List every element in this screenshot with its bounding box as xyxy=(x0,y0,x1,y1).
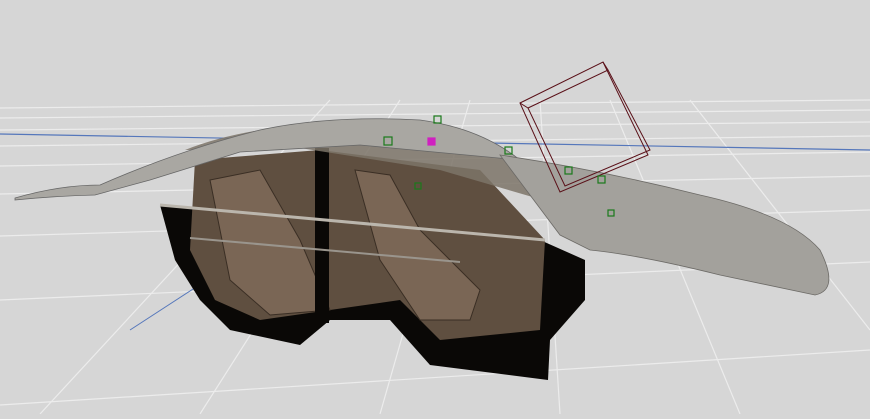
b-pillar xyxy=(315,148,329,323)
handle xyxy=(433,115,442,124)
3d-viewport[interactable] xyxy=(0,0,870,415)
viewport-canvas[interactable] xyxy=(0,0,870,415)
handle-magenta xyxy=(427,137,436,146)
car-model[interactable] xyxy=(14,118,830,380)
